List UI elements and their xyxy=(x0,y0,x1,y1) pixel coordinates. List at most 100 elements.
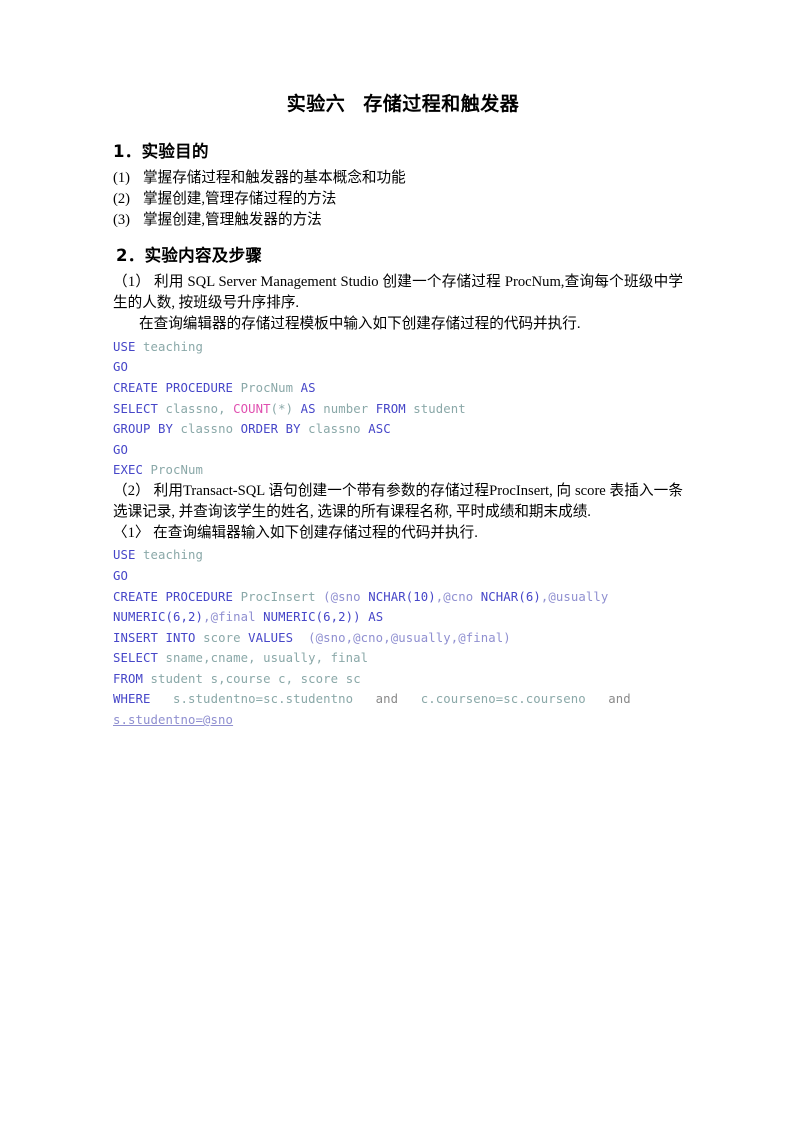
step-paragraph-1-note: 在查询编辑器的存储过程模板中输入如下创建存储过程的代码并执行. xyxy=(113,314,683,335)
code-token: classno xyxy=(180,422,234,437)
code-line: SELECT sname,cname, usually, final xyxy=(113,648,683,669)
code-line: GO xyxy=(113,566,683,587)
page-title: 实验六 存储过程和触发器 xyxy=(113,90,683,118)
code-token: GO xyxy=(113,360,129,375)
code-token: and xyxy=(375,692,399,707)
code-token: (10) xyxy=(405,589,436,604)
code-token: @usually xyxy=(548,589,609,604)
code-token: CREATE PROCEDURE xyxy=(113,380,234,395)
step-paragraph-1-note-text: 在查询编辑器的存储过程模板中输入如下创建存储过程的代码并执行. xyxy=(139,315,581,332)
code-token: s.studentno=sc.studentno xyxy=(173,692,354,707)
code-token: GROUP BY xyxy=(113,422,174,437)
code-token: USE xyxy=(113,548,136,563)
code-token: ORDER BY xyxy=(240,422,301,437)
list-item-number: (2) xyxy=(113,190,131,207)
list-item: (2) 掌握创建,管理存储过程的方法 xyxy=(113,189,683,210)
code-token: c.courseno=sc.courseno xyxy=(420,692,586,707)
code-token: AS xyxy=(300,380,316,395)
objectives-list: (1) 掌握存储过程和触发器的基本概念和功能 (2) 掌握创建,管理存储过程的方法 … xyxy=(113,168,683,230)
code-token: ASC xyxy=(368,422,391,437)
list-item: (1) 掌握存储过程和触发器的基本概念和功能 xyxy=(113,168,683,189)
code-token: ProcNum xyxy=(150,463,204,478)
code-token: @final xyxy=(210,610,256,625)
code-token: student xyxy=(413,401,466,416)
code-line: FROM student s,course c, score sc xyxy=(113,669,683,690)
code-token: GO xyxy=(113,568,129,583)
code-token: CREATE PROCEDURE xyxy=(113,589,234,604)
step-paragraph-2-sub: 〈1〉 在查询编辑器输入如下创建存储过程的代码并执行. xyxy=(113,524,478,541)
code-token: (6,2) xyxy=(165,610,204,625)
code-line: CREATE PROCEDURE ProcNum AS xyxy=(113,378,683,399)
code-token: (6) xyxy=(518,589,541,604)
document-content: 实验六 存储过程和触发器 1．实验目的 (1) 掌握存储过程和触发器的基本概念和功能… xyxy=(113,90,683,731)
code-line: USE teaching xyxy=(113,545,683,566)
code-token: SELECT xyxy=(113,651,159,666)
step-paragraph-2: （2） 利用Transact-SQL 语句创建一个带有参数的存储过程ProcIn… xyxy=(113,482,683,520)
code-token: FROM xyxy=(113,671,144,686)
code-line: WHERE s.studentno=sc.studentno and c.cou… xyxy=(113,689,683,710)
code-token: FROM xyxy=(375,401,406,416)
code-token: GO xyxy=(113,442,129,457)
code-token: s.studentno=@sno xyxy=(113,713,234,728)
code-token: c, xyxy=(278,671,294,686)
code-token: score xyxy=(300,671,339,686)
code-token: ProcInsert xyxy=(240,589,316,604)
list-item-label: 掌握存储过程和触发器的基本概念和功能 xyxy=(143,170,406,186)
code-token: student xyxy=(150,671,204,686)
code-token: WHERE xyxy=(113,692,151,707)
code-token: COUNT xyxy=(233,401,271,416)
list-item-label: 掌握创建,管理存储过程的方法 xyxy=(143,190,337,207)
code-token: @cno xyxy=(443,589,474,604)
code-token: teaching xyxy=(143,339,204,354)
list-item: (3) 掌握创建,管理触发器的方法 xyxy=(113,210,683,231)
code-token: number xyxy=(323,401,369,416)
code-token: (@sno,@cno,@usually,@final) xyxy=(308,630,511,645)
code-token: s,course xyxy=(210,671,271,686)
code-line: s.studentno=@sno xyxy=(113,710,683,731)
section-heading-1: 1．实验目的 xyxy=(113,142,209,161)
code-token: sname,cname, xyxy=(165,651,256,666)
sql-code-block-1: USE teaching GO CREATE PROCEDURE ProcNum A… xyxy=(113,337,683,481)
list-item-number: (1) xyxy=(113,170,131,186)
sql-code-block-2: USE teaching GO CREATE PROCEDURE ProcInser… xyxy=(113,545,683,730)
code-line: GO xyxy=(113,440,683,461)
code-line: USE teaching xyxy=(113,337,683,358)
code-line: INSERT INTO score VALUES (@sno,@cno,@usu… xyxy=(113,628,683,649)
code-token: AS xyxy=(300,401,316,416)
code-line: EXEC ProcNum xyxy=(113,460,683,481)
code-token: (6,2)) xyxy=(315,610,361,625)
code-token: INSERT INTO xyxy=(113,630,196,645)
code-token: NCHAR xyxy=(368,589,406,604)
code-token: USE xyxy=(113,339,136,354)
code-token: SELECT xyxy=(113,401,159,416)
list-item-label: 掌握创建,管理触发器的方法 xyxy=(143,211,322,228)
code-line: GROUP BY classno ORDER BY classno ASC xyxy=(113,419,683,440)
document-page: 实验六 存储过程和触发器 1．实验目的 (1) 掌握存储过程和触发器的基本概念和功能… xyxy=(0,0,793,1122)
code-token: (*) xyxy=(270,401,294,416)
code-token: classno, xyxy=(165,401,226,416)
page-title-sub: 存储过程和触发器 xyxy=(363,93,520,115)
